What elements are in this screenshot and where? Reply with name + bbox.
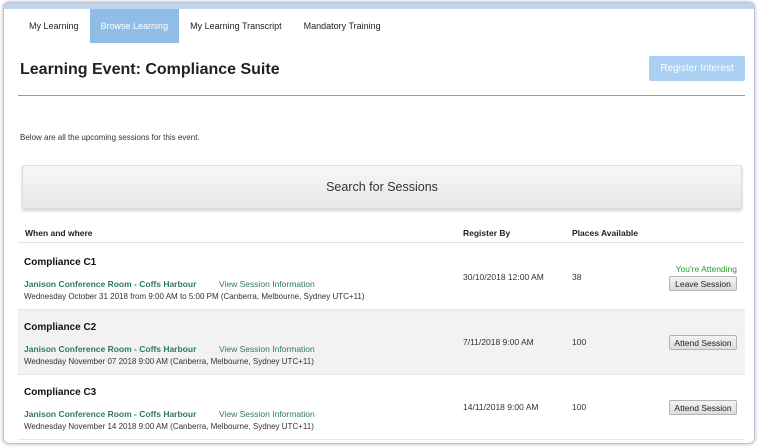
table-row: Compliance C2 Janison Conference Room - … <box>18 310 745 375</box>
app-window: My Learning Browse Learning My Learning … <box>3 2 755 444</box>
intro-text: Below are all the upcoming sessions for … <box>20 133 200 142</box>
session-location: Janison Conference Room - Coffs Harbour <box>24 344 197 354</box>
session-location: Janison Conference Room - Coffs Harbour <box>24 279 197 289</box>
header-register-by: Register By <box>463 228 511 238</box>
table-row: Compliance C3 Janison Conference Room - … <box>18 375 745 440</box>
session-time: Wednesday October 31 2018 from 9:00 AM t… <box>24 292 365 301</box>
session-time: Wednesday November 07 2018 9:00 AM (Canb… <box>24 357 314 366</box>
tab-bar: My Learning Browse Learning My Learning … <box>18 9 392 43</box>
view-session-info-link[interactable]: View Session Information <box>219 279 315 289</box>
search-sessions-button[interactable]: Search for Sessions <box>22 165 742 209</box>
register-by-value: 7/11/2018 9:00 AM <box>463 337 534 347</box>
table-row: Compliance C1 Janison Conference Room - … <box>18 245 745 310</box>
view-session-info-link[interactable]: View Session Information <box>219 409 315 419</box>
register-by-value: 30/10/2018 12:00 AM <box>463 272 544 282</box>
tab-my-learning[interactable]: My Learning <box>18 9 90 43</box>
session-location: Janison Conference Room - Coffs Harbour <box>24 409 197 419</box>
session-title: Compliance C1 <box>24 257 97 268</box>
register-by-value: 14/11/2018 9:00 AM <box>463 402 539 412</box>
attend-session-button[interactable]: Attend Session <box>669 400 737 415</box>
places-available-value: 38 <box>572 272 582 282</box>
places-available-value: 100 <box>572 402 587 412</box>
tab-browse-learning[interactable]: Browse Learning <box>89 9 180 43</box>
page-title: Learning Event: Compliance Suite <box>20 61 280 78</box>
header-places-available: Places Available <box>572 228 638 238</box>
tab-mandatory-training[interactable]: Mandatory Training <box>293 9 392 43</box>
header-when-where: When and where <box>25 228 93 238</box>
session-time: Wednesday November 14 2018 9:00 AM (Canb… <box>24 422 314 431</box>
attend-session-button[interactable]: Attend Session <box>669 335 737 350</box>
attending-status: You're Attending <box>675 264 737 274</box>
register-interest-button[interactable]: Register Interest <box>649 56 745 81</box>
session-title: Compliance C3 <box>24 387 97 398</box>
table-header: When and where Register By Places Availa… <box>18 223 745 243</box>
places-available-value: 100 <box>572 337 587 347</box>
tab-my-learning-transcript[interactable]: My Learning Transcript <box>179 9 293 43</box>
leave-session-button[interactable]: Leave Session <box>669 276 737 291</box>
session-title: Compliance C2 <box>24 322 97 333</box>
view-session-info-link[interactable]: View Session Information <box>219 344 315 354</box>
title-divider <box>18 95 745 96</box>
